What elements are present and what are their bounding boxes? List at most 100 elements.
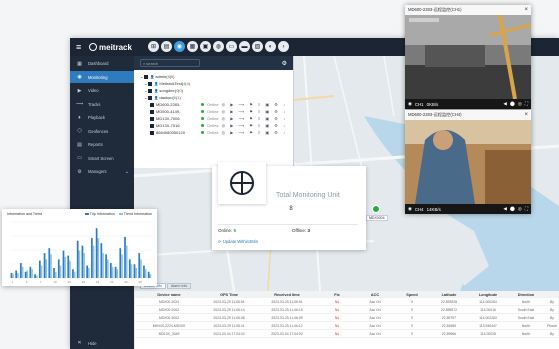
table-row[interactable]: MD13X_3049 2023-03-04 17:04:02 2023-03-04 … (135, 330, 559, 338)
device-action-icons[interactable]: ◎ ▶ ⟿ ⚑ ≡ ▣ ⚙ ↓ (222, 102, 287, 107)
bar-trend[interactable] (31, 269, 33, 278)
bar-trip[interactable] (67, 255, 70, 278)
column-header[interactable]: Latitude (429, 293, 469, 297)
tree-group-row[interactable]: ⌄ 👤 MeitrackTest (4 | 4) (140, 80, 287, 87)
tree-device-row[interactable]: MD13X-7016 Online ◎ ▶ ⟿ ⚑ ≡ ▣ ⚙ ↓ (140, 122, 287, 129)
bar-trend[interactable] (106, 259, 109, 278)
bar-trend[interactable] (125, 245, 128, 278)
tree-checkbox[interactable] (148, 95, 152, 100)
tree-checkbox[interactable] (150, 130, 154, 135)
bar-trip[interactable] (147, 271, 150, 278)
bar-trip[interactable] (72, 269, 74, 278)
toolbar-button-7[interactable]: ▬ (239, 41, 250, 52)
tree-checkbox[interactable] (150, 116, 154, 121)
column-header[interactable]: Device name (135, 293, 203, 297)
bar-trip[interactable] (128, 259, 131, 278)
bar-trend[interactable] (17, 273, 19, 278)
video-frame-ch1[interactable] (405, 15, 531, 99)
bar-trip[interactable] (10, 273, 13, 278)
tree-group-row[interactable]: ⌄ 👤 admin (8 | 5) (140, 73, 287, 80)
bar-trip[interactable] (20, 263, 22, 278)
table-row[interactable]: MDX00-2002 2023-03-25 11:06:14 2023-03-25 … (135, 306, 559, 314)
bar-trend[interactable] (140, 259, 142, 278)
sidebar-item-tracks[interactable]: ⟿ Tracks (70, 98, 134, 110)
bar-trip[interactable] (53, 268, 55, 278)
tree-device-row[interactable]: MD500-4149- Online ◎ ▶ ⟿ ⚑ ≡ ▣ ⚙ ↓ (140, 108, 287, 115)
tree-device-row[interactable]: MD600-2283- Online ◎ ▶ ⟿ ⚑ ≡ ▣ ⚙ ↓ (140, 101, 287, 108)
bar-trip[interactable] (81, 245, 84, 278)
toolbar-button-8[interactable]: ▨ (252, 41, 263, 52)
bar-trip[interactable] (86, 265, 89, 278)
close-icon[interactable]: × (524, 112, 528, 118)
bar-trip[interactable] (133, 264, 136, 278)
tree-checkbox[interactable] (148, 88, 152, 93)
bar-trend[interactable] (135, 268, 138, 278)
bar-trend[interactable] (40, 265, 43, 278)
bar-trend[interactable] (35, 275, 38, 278)
sidebar-item-monitoring[interactable]: ◉ Monitoring (70, 71, 134, 83)
tree-group-row[interactable]: ⌄ 👤 songdee (0 | 0) (140, 87, 287, 94)
chevron-down-icon[interactable]: ⌄ (144, 88, 147, 93)
bar-trip[interactable] (95, 228, 98, 278)
toolbar-button-1[interactable]: ▤ (161, 41, 172, 52)
toolbar-button-2[interactable]: ◉ (174, 41, 185, 52)
bar-trip[interactable] (119, 248, 122, 278)
tree-checkbox[interactable] (150, 123, 154, 128)
tree-checkbox[interactable] (144, 74, 148, 79)
bar-trip[interactable] (114, 266, 117, 278)
bar-trend[interactable] (12, 274, 14, 278)
bar-trip[interactable] (29, 266, 32, 278)
column-header[interactable]: Longitude (469, 293, 507, 297)
device-action-icons[interactable]: ◎ ▶ ⟿ ⚑ ≡ ▣ ⚙ ↓ (222, 109, 287, 114)
snapshot-icon[interactable]: ⬤ (510, 101, 515, 107)
bar-trip[interactable] (62, 250, 65, 278)
bar-trip[interactable] (109, 263, 112, 278)
bar-trend[interactable] (111, 266, 114, 278)
bar-trend[interactable] (144, 269, 147, 278)
bar-trip[interactable] (43, 253, 46, 278)
bar-trend[interactable] (102, 253, 104, 278)
map-vehicle-marker[interactable] (372, 205, 380, 213)
bar-trip[interactable] (57, 259, 60, 278)
tree-device-row[interactable]: MD13X-7006 Online ◎ ▶ ⟿ ⚑ ≡ ▣ ⚙ ↓ (140, 115, 287, 122)
gear-icon[interactable]: ⚙ (282, 60, 287, 67)
fullscreen-icon[interactable]: ⛶ (525, 101, 528, 107)
device-action-icons[interactable]: ◎ ▶ ⟿ ⚑ ≡ ▣ ⚙ ↓ (222, 130, 287, 135)
hamburger-icon[interactable]: ≡ (76, 42, 84, 52)
table-row[interactable]: MDX00-2224-MDX00 2023-03-25 11:06:11 2023-… (135, 322, 559, 330)
bar-trend[interactable] (83, 253, 85, 278)
toolbar-button-10[interactable]: › (278, 41, 289, 52)
bar-trip[interactable] (124, 236, 126, 278)
bar-trend[interactable] (26, 270, 29, 278)
chevron-down-icon[interactable]: ⌄ (144, 95, 147, 100)
toolbar-button-0[interactable]: ⊞ (148, 41, 159, 52)
close-icon[interactable]: × (524, 7, 528, 13)
tree-checkbox[interactable] (148, 81, 152, 86)
tree-checkbox[interactable] (150, 109, 154, 114)
video-frame-ch4[interactable] (405, 120, 531, 204)
bar-trend[interactable] (88, 268, 90, 278)
bar-trend[interactable] (92, 245, 95, 278)
bar-trend[interactable] (45, 259, 48, 278)
table-row[interactable]: MDX00-3002 2023-03-25 11:06:08 2023-03-25 … (135, 314, 559, 322)
bar-trend[interactable] (59, 265, 62, 278)
column-header[interactable]: Received time (255, 293, 319, 297)
bar-trip[interactable] (91, 238, 93, 278)
tab-alarm-info[interactable]: Alarm Info (166, 283, 192, 289)
bar-trend[interactable] (64, 256, 67, 278)
bar-trend[interactable] (50, 254, 52, 278)
bar-trip[interactable] (48, 248, 51, 278)
bar-trend[interactable] (73, 271, 76, 278)
bar-trend[interactable] (149, 274, 152, 278)
sidebar-item-reports[interactable]: ▤ Reports (70, 139, 134, 151)
sidebar-item-playback[interactable]: ⏵ Playback (70, 112, 134, 124)
bar-trip[interactable] (76, 240, 79, 278)
camera-icon[interactable]: ◎ (518, 101, 522, 107)
tree-search-input[interactable]: ⌕ search (140, 59, 200, 67)
volume-icon[interactable]: ◀ (503, 101, 506, 107)
toolbar-button-9[interactable]: ◐ (265, 41, 276, 52)
camera-icon[interactable]: ◎ (518, 206, 522, 212)
bar-trend[interactable] (130, 264, 133, 278)
fullscreen-icon[interactable]: ⛶ (525, 206, 528, 212)
bar-trend[interactable] (116, 269, 119, 278)
